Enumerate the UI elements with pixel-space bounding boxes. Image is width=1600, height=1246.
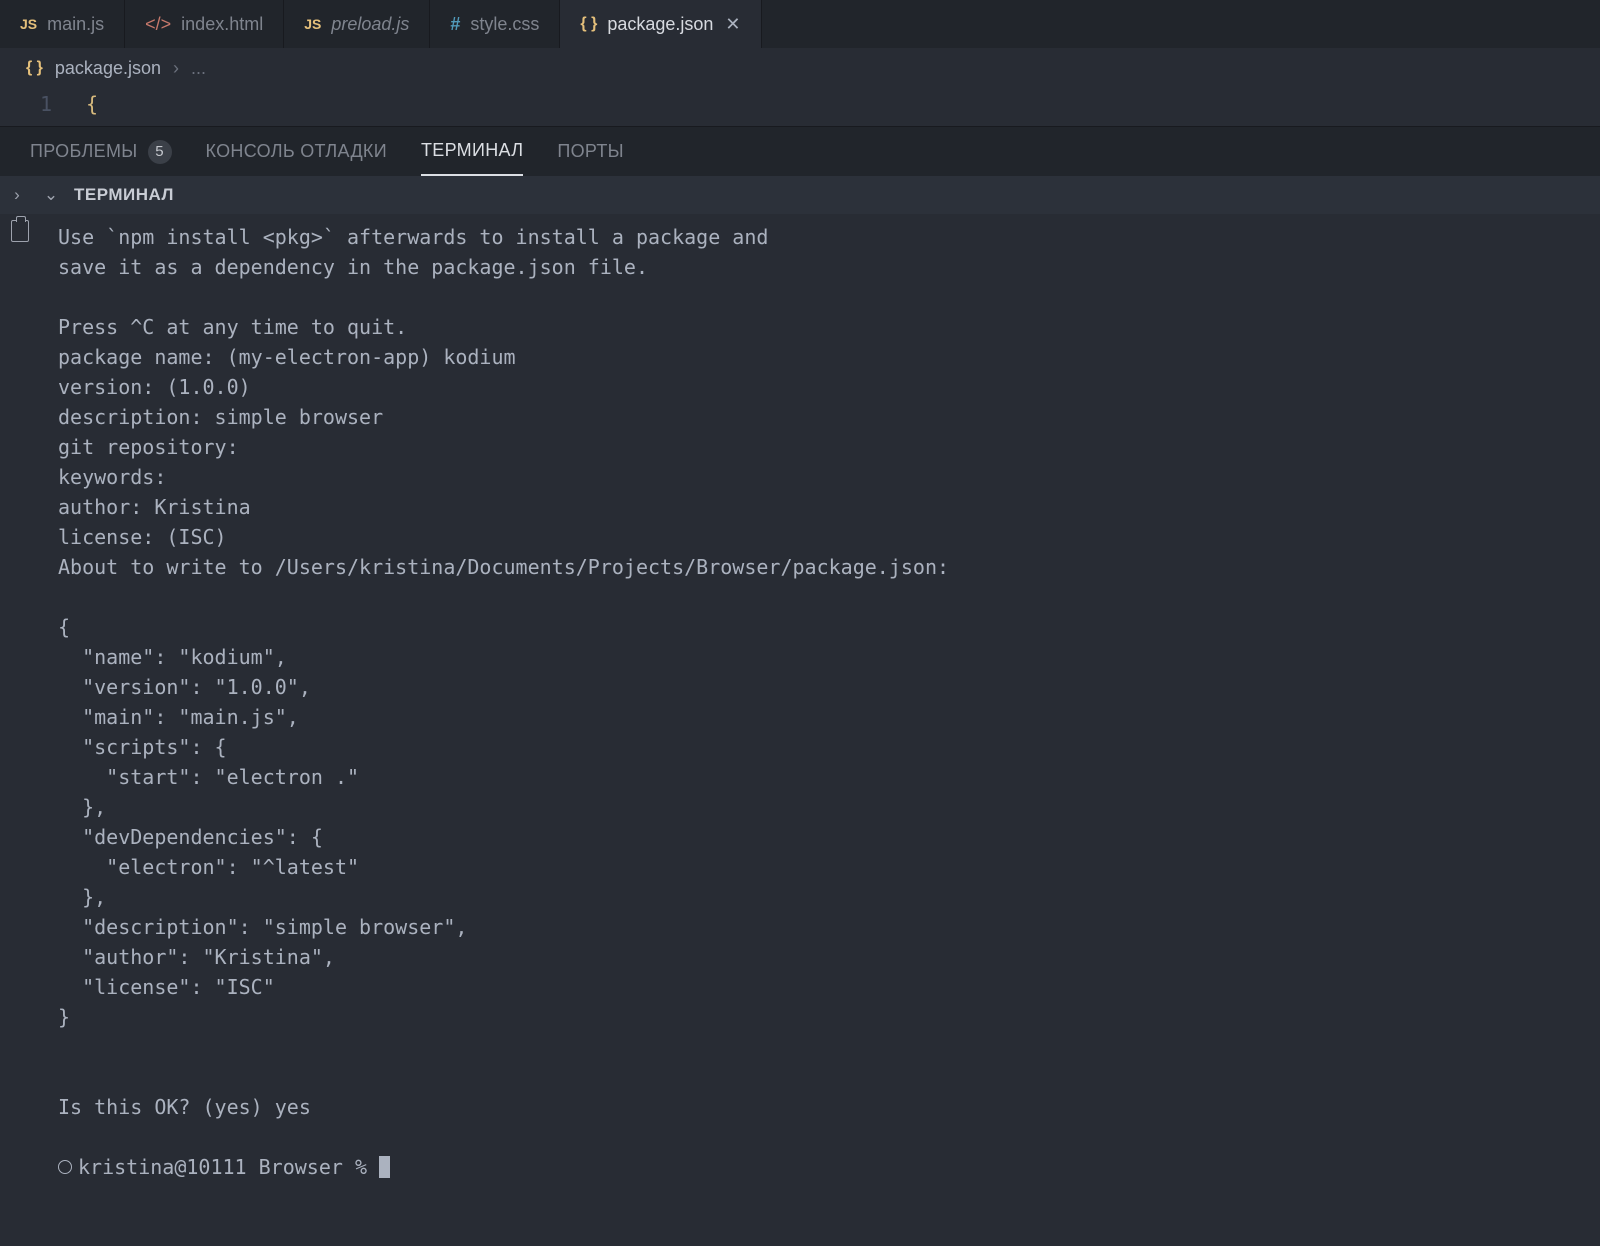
chevron-down-icon[interactable]: ⌄ — [40, 185, 62, 205]
terminal-area: Use `npm install <pkg>` afterwards to in… — [0, 214, 1600, 1246]
panel-tab-ports[interactable]: ПОРТЫ — [557, 127, 624, 176]
panel-tabs: ПРОБЛЕМЫ 5 КОНСОЛЬ ОТЛАДКИ ТЕРМИНАЛ ПОРТ… — [0, 126, 1600, 176]
terminal-title: ТЕРМИНАЛ — [74, 185, 174, 205]
css-icon: # — [450, 14, 460, 35]
breadcrumb[interactable]: { } package.json › ... — [0, 48, 1600, 88]
prompt-indicator-icon — [58, 1160, 72, 1174]
panel-tab-label: ПОРТЫ — [557, 141, 624, 162]
js-icon: JS — [304, 16, 321, 32]
panel-tab-label: ТЕРМИНАЛ — [421, 140, 523, 161]
panel-tab-label: КОНСОЛЬ ОТЛАДКИ — [206, 141, 387, 162]
breadcrumb-separator: › — [173, 58, 179, 79]
tab-index-html[interactable]: </> index.html — [125, 0, 284, 48]
tab-main-js[interactable]: JS main.js — [0, 0, 125, 48]
tab-label: index.html — [181, 14, 263, 35]
panel-tab-problems[interactable]: ПРОБЛЕМЫ 5 — [30, 127, 172, 176]
prompt-text: kristina@10111 Browser % — [78, 1152, 379, 1182]
tab-label: style.css — [470, 14, 539, 35]
terminal-header: › ⌄ ТЕРМИНАЛ — [0, 176, 1600, 214]
terminal-gutter — [0, 214, 40, 1246]
tab-style-css[interactable]: # style.css — [430, 0, 560, 48]
json-icon: { } — [26, 59, 43, 77]
tab-preload-js[interactable]: JS preload.js — [284, 0, 430, 48]
editor-tabs: JS main.js </> index.html JS preload.js … — [0, 0, 1600, 48]
editor-content: { — [86, 92, 98, 116]
line-number: 1 — [0, 92, 86, 116]
tab-label: preload.js — [331, 14, 409, 35]
breadcrumb-file: package.json — [55, 58, 161, 79]
terminal[interactable]: Use `npm install <pkg>` afterwards to in… — [40, 214, 1600, 1246]
clipboard-icon[interactable] — [11, 220, 29, 242]
panel-tab-label: ПРОБЛЕМЫ — [30, 141, 138, 162]
js-icon: JS — [20, 16, 37, 32]
tab-label: main.js — [47, 14, 104, 35]
editor-line[interactable]: 1 { — [0, 88, 1600, 126]
breadcrumb-dots: ... — [191, 58, 206, 79]
panel-tab-debug[interactable]: КОНСОЛЬ ОТЛАДКИ — [206, 127, 387, 176]
tab-package-json[interactable]: { } package.json ✕ — [560, 0, 761, 48]
close-icon[interactable]: ✕ — [725, 14, 740, 35]
html-icon: </> — [145, 14, 171, 35]
json-icon: { } — [580, 15, 597, 33]
terminal-cursor — [379, 1156, 390, 1178]
panel-tab-terminal[interactable]: ТЕРМИНАЛ — [421, 127, 523, 176]
problems-badge: 5 — [148, 140, 172, 164]
chevron-right-icon[interactable]: › — [6, 185, 28, 205]
tab-label: package.json — [607, 14, 713, 35]
